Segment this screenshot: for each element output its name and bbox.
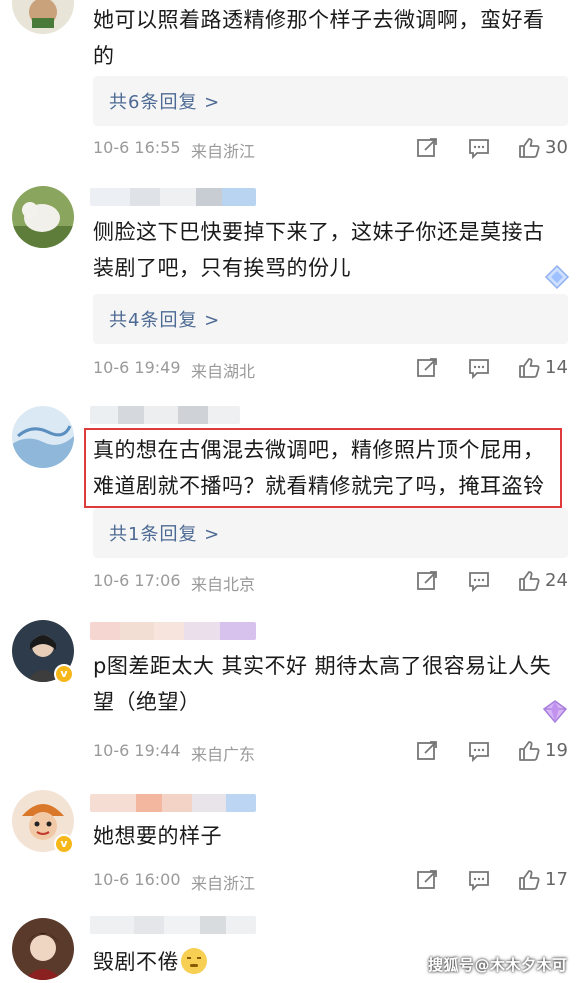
comment-meta: 10-6 16:00 来自浙江 17 — [93, 868, 573, 894]
like-icon[interactable] — [517, 569, 541, 593]
username-blurred[interactable] — [90, 916, 256, 934]
comment-text: 侧脸这下巴快要掉下来了，这妹子你还是莫接古装剧了吧，只有挨骂的份儿 — [93, 220, 545, 280]
avatar[interactable] — [12, 918, 74, 980]
comment-icon[interactable] — [467, 569, 491, 593]
comment-location: 来自湖北 — [191, 362, 256, 381]
share-icon[interactable] — [415, 136, 439, 160]
like-icon[interactable] — [517, 739, 541, 763]
replies-label: 共6条回复 > — [109, 92, 221, 113]
comment-icon[interactable] — [467, 739, 491, 763]
comment-location: 来自广东 — [191, 745, 256, 764]
diamond-badge-icon — [542, 700, 568, 724]
comment-date: 10-6 19:49 — [93, 358, 181, 377]
comment-icon[interactable] — [467, 868, 491, 892]
replies-label: 共4条回复 > — [109, 310, 221, 331]
comment-text: 她想要的样子 — [93, 824, 222, 848]
avatar[interactable] — [12, 0, 74, 34]
avatar[interactable] — [12, 186, 74, 248]
comment-date: 10-6 16:55 — [93, 138, 181, 157]
comment-meta: 10-6 17:06 来自北京 24 — [93, 569, 573, 595]
share-icon[interactable] — [415, 356, 439, 380]
replies-label: 共1条回复 > — [109, 524, 221, 545]
username-blurred[interactable] — [90, 406, 240, 424]
comment-text: 她可以照着路透精修那个样子去微调啊，蛮好看的 — [93, 8, 545, 68]
comment-icon[interactable] — [467, 356, 491, 380]
share-icon[interactable] — [415, 739, 439, 763]
comment-location: 来自浙江 — [191, 874, 256, 893]
watermark: 搜狐号@木木夕木可 — [428, 956, 568, 974]
like-count: 17 — [545, 869, 568, 890]
comment-icon[interactable] — [467, 136, 491, 160]
comment-text-content: 毁剧不倦 — [93, 950, 179, 974]
comment-date: 10-6 16:00 — [93, 870, 181, 889]
avatar[interactable] — [12, 406, 74, 468]
username-blurred[interactable] — [90, 622, 256, 640]
comment-date: 10-6 17:06 — [93, 571, 181, 590]
like-icon[interactable] — [517, 356, 541, 380]
like-count: 30 — [545, 137, 568, 158]
verified-badge: v — [54, 834, 74, 854]
comment-meta: 10-6 19:49 来自湖北 14 — [93, 356, 573, 382]
like-icon[interactable] — [517, 136, 541, 160]
comment-text: p图差距太大 其实不好 期待太高了很容易让人失望（绝望） — [93, 654, 552, 714]
comment-text: 真的想在古偶混去微调吧，精修照片顶个屁用，难道剧就不播吗？就看精修就完了吗，掩耳… — [93, 438, 545, 498]
diamond-badge-icon — [544, 264, 570, 290]
username-blurred[interactable] — [90, 794, 256, 812]
like-count: 19 — [545, 740, 568, 761]
share-icon[interactable] — [415, 569, 439, 593]
verified-badge: v — [54, 664, 74, 684]
comment-location: 来自北京 — [191, 575, 256, 594]
share-icon[interactable] — [415, 868, 439, 892]
comment-date: 10-6 19:44 — [93, 741, 181, 760]
comment-meta: 10-6 19:44 来自广东 19 — [93, 739, 573, 765]
comment-meta: 10-6 16:55 来自浙江 30 — [93, 136, 573, 162]
like-icon[interactable] — [517, 868, 541, 892]
emoji-icon — [181, 948, 207, 974]
replies-link[interactable]: 共1条回复 > — [93, 508, 568, 558]
username-blurred[interactable] — [90, 188, 256, 206]
comment-location: 来自浙江 — [191, 142, 256, 161]
like-count: 24 — [545, 570, 568, 591]
like-count: 14 — [545, 357, 568, 378]
replies-link[interactable]: 共6条回复 > — [93, 76, 568, 126]
replies-link[interactable]: 共4条回复 > — [93, 294, 568, 344]
